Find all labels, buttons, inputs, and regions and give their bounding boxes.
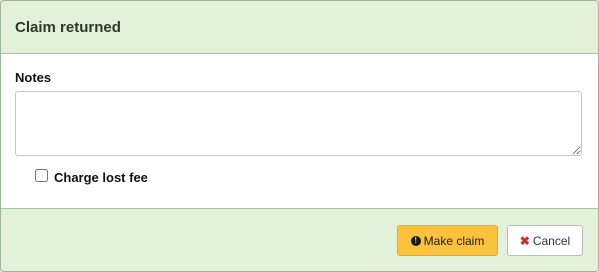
modal-footer: ! Make claim ✖ Cancel [1, 208, 598, 271]
notes-textarea[interactable] [15, 91, 582, 156]
make-claim-label: Make claim [423, 233, 485, 248]
charge-lost-fee-label: Charge lost fee [54, 169, 148, 185]
cancel-button[interactable]: ✖ Cancel [507, 225, 583, 256]
charge-lost-fee-checkbox[interactable] [35, 168, 48, 182]
cancel-label: Cancel [532, 233, 571, 248]
charge-lost-fee-row: Charge lost fee [35, 166, 148, 185]
exclamation-circle-icon: ! [410, 235, 421, 246]
make-claim-button[interactable]: ! Make claim [397, 225, 498, 256]
notes-label: Notes [15, 70, 52, 85]
times-icon: ✖ [519, 233, 530, 248]
claim-returned-modal: Claim returned Notes Charge lost fee ! M… [0, 0, 599, 272]
modal-title: Claim returned [15, 19, 121, 36]
modal-header: Claim returned [1, 1, 598, 54]
